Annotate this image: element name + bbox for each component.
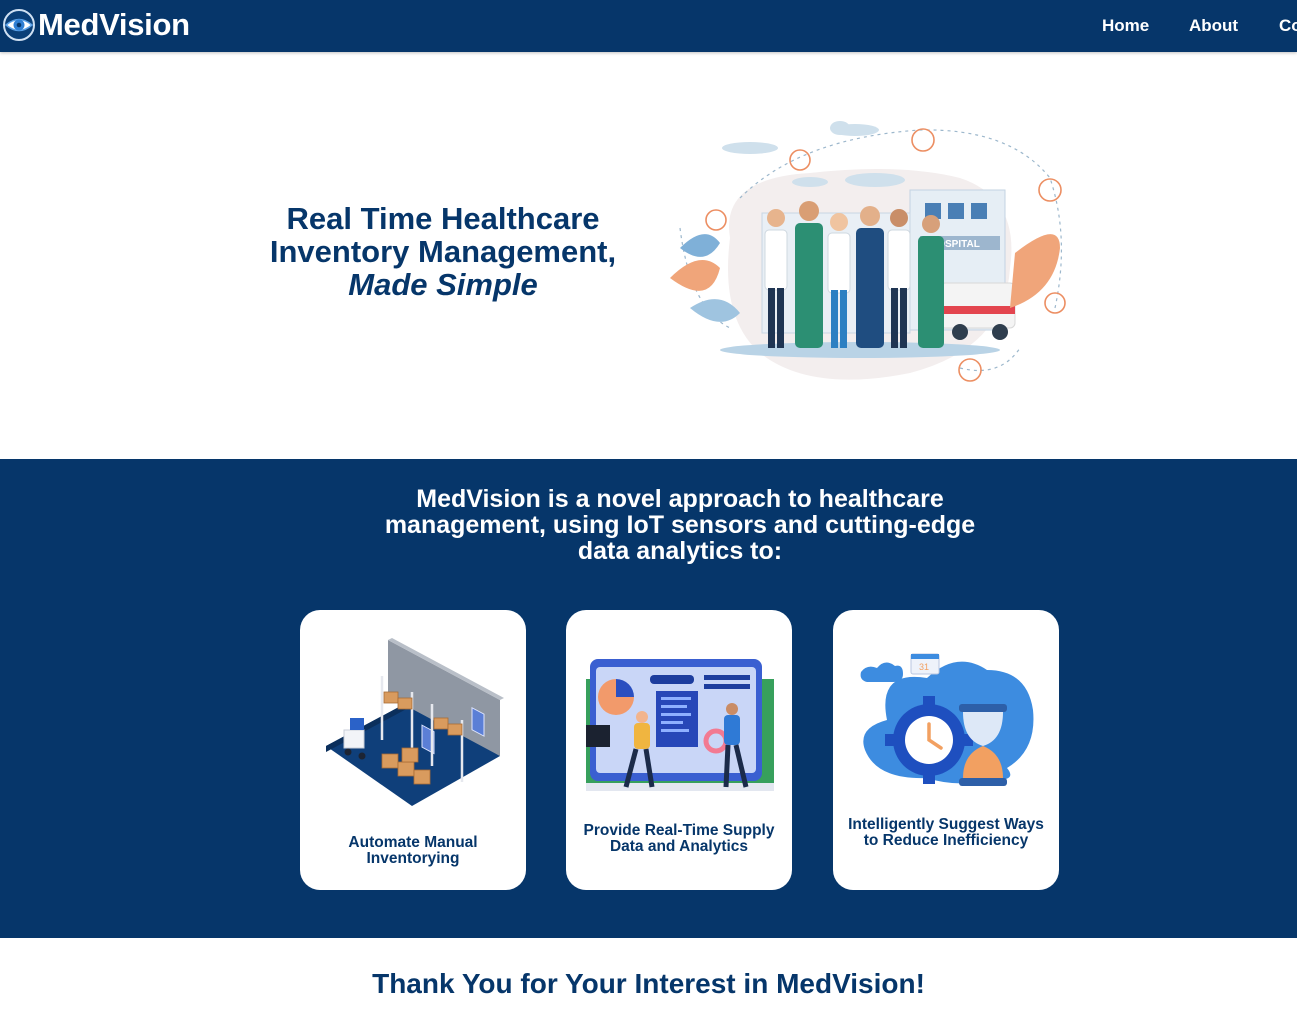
feature-card-suggest: 31 Intelligently Suggest Ways to Reduce … [833,610,1059,890]
feature-label-suggest: Intelligently Suggest Ways to Reduce Ine… [848,816,1044,849]
gear-clock-hourglass-illustration: 31 [860,653,1034,786]
feature-label-analytics: Provide Real-Time Supply Data and Analyt… [583,822,775,855]
hero-title: Real Time Healthcare Inventory Managemen… [238,202,648,301]
nav-link-contact[interactable]: Co [1279,16,1297,36]
feature-label-automate: Automate Manual Inventorying [348,834,478,867]
warehouse-illustration [326,638,504,806]
brand-name: MedVision [38,7,190,42]
hero-title-line-2: Inventory Management, [269,234,617,269]
hero-title-line-1: Real Time Healthcare [286,201,600,236]
nav-link-home[interactable]: Home [1102,16,1149,36]
eye-icon [3,9,35,41]
features-heading: MedVision is a novel approach to healthc… [384,485,976,565]
hero-title-line-3: Made Simple [348,267,538,302]
brand-logo-link[interactable]: MedVision [2,7,190,43]
features-section: MedVision is a novel approach to healthc… [0,459,1297,938]
thank-you-heading: Thank You for Your Interest in MedVision… [372,968,925,999]
feature-card-automate: Automate Manual Inventorying [300,610,526,890]
feature-card-analytics: Provide Real-Time Supply Data and Analyt… [566,610,792,890]
nav-link-about[interactable]: About [1189,16,1238,36]
hospital-staff-illustration: HOSPITAL [670,121,1066,382]
dashboard-analytics-illustration [586,659,774,791]
top-navbar: MedVision Home About Co [0,0,1297,52]
calendar-day: 31 [919,662,929,672]
